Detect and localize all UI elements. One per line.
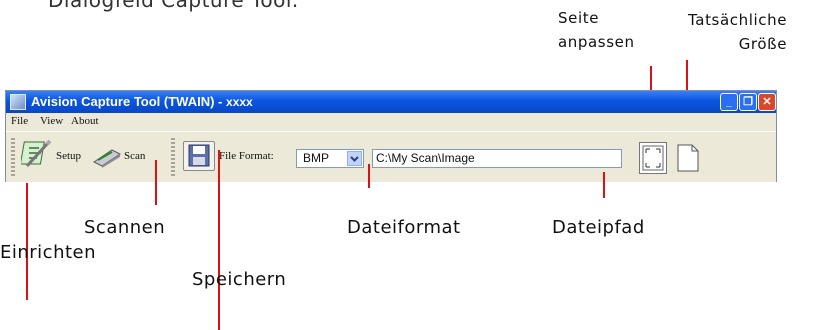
save-button[interactable]	[183, 141, 215, 171]
setup-icon[interactable]	[19, 138, 53, 177]
maximize-icon[interactable]: ❐	[739, 93, 757, 111]
callout-tatsaechliche-groesse: Tatsächliche Größe	[688, 11, 788, 53]
callout-seite-anpassen: Seite anpassen	[558, 9, 635, 51]
menu-about[interactable]: About	[71, 115, 99, 127]
setup-label[interactable]: Setup	[56, 150, 81, 162]
page-heading: Dialogfeld Capture Tool.	[48, 0, 299, 12]
callout-line-scannen	[155, 160, 157, 205]
window-title: Avision Capture Tool (TWAIN) - xxxx	[31, 94, 253, 109]
callout-speichern: Speichern	[192, 269, 287, 290]
actual-size-button[interactable]	[672, 142, 702, 174]
toolbar-grip[interactable]	[11, 138, 15, 176]
scan-label[interactable]: Scan	[124, 150, 145, 162]
close-icon[interactable]: ✕	[758, 93, 776, 111]
file-format-select[interactable]: BMP	[296, 149, 364, 168]
capture-tool-window: Avision Capture Tool (TWAIN) - xxxx _ ❐ …	[5, 90, 777, 182]
minimize-icon[interactable]: _	[720, 93, 738, 111]
file-path-input[interactable]: C:\My Scan\Image	[372, 149, 622, 168]
fit-page-button[interactable]	[639, 142, 667, 174]
callout-line-dateiformat	[368, 164, 370, 188]
menu-view[interactable]: View	[40, 115, 63, 127]
title-bar[interactable]: Avision Capture Tool (TWAIN) - xxxx _ ❐ …	[6, 91, 776, 113]
toolbar: Setup Scan File Format: BMP C:\My Scan\I…	[6, 131, 776, 182]
scan-icon[interactable]	[92, 144, 122, 173]
callout-line-speichern	[218, 150, 220, 330]
save-icon	[188, 144, 210, 167]
callout-dateiformat: Dateiformat	[347, 217, 461, 238]
window-title-text: Avision Capture Tool (TWAIN) -	[31, 94, 223, 109]
app-icon	[10, 94, 26, 110]
file-format-value: BMP	[303, 151, 330, 165]
callout-line-dateipfad	[603, 172, 605, 198]
window-title-suffix: xxxx	[226, 95, 253, 109]
callout-einrichten: Einrichten	[0, 242, 97, 263]
chevron-down-icon[interactable]	[347, 151, 362, 166]
callout-scannen: Scannen	[84, 217, 166, 238]
toolbar-grip[interactable]	[171, 138, 175, 176]
menu-bar: File View About	[6, 113, 776, 130]
file-format-label: File Format:	[219, 150, 274, 162]
menu-file[interactable]: File	[11, 115, 28, 127]
actual-size-icon	[677, 144, 699, 172]
callout-dateipfad: Dateipfad	[552, 217, 645, 238]
fit-page-icon	[642, 145, 664, 171]
